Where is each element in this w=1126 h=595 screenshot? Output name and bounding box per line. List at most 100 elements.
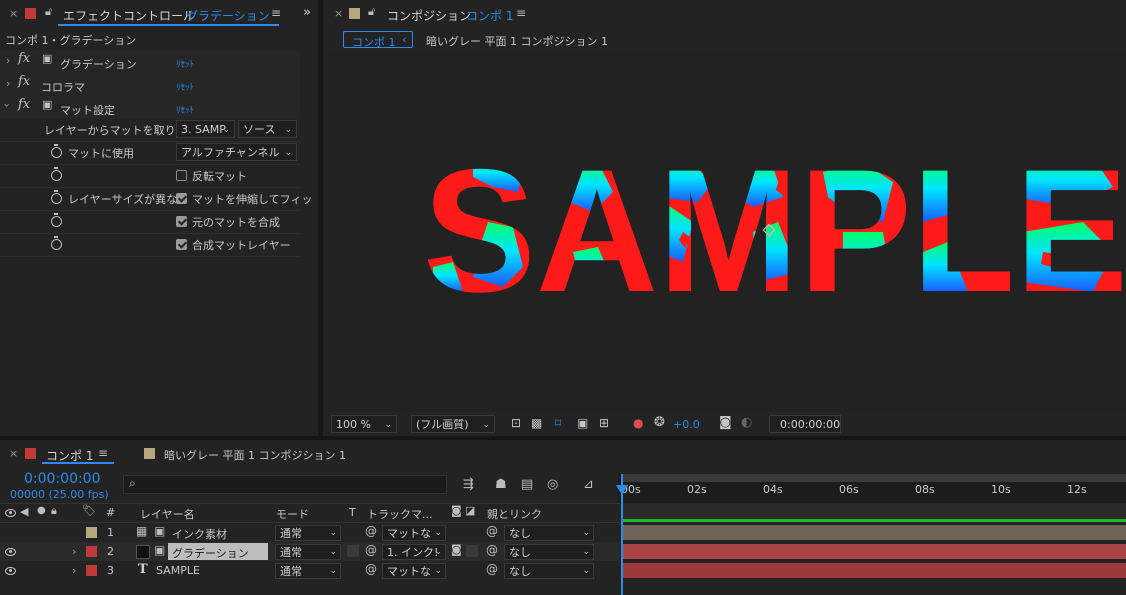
layer-mode-dropdown[interactable]: 通常 ⌄ (275, 525, 341, 541)
stopwatch-icon[interactable] (51, 236, 62, 250)
layer-mode-dropdown[interactable]: 通常 ⌄ (275, 563, 341, 579)
stopwatch-icon[interactable] (51, 213, 62, 227)
panel-menu-icon[interactable]: ≡ (271, 6, 281, 20)
track-matte-pickwhip-icon[interactable]: @ (365, 562, 377, 576)
eye-icon[interactable] (5, 567, 16, 575)
snapshot-region-icon[interactable]: ⊡ (511, 416, 521, 430)
camera-snapshot-icon[interactable]: ◙ (719, 415, 732, 430)
expand-chevron-icon[interactable]: › (72, 564, 76, 577)
frame-blending-icon[interactable]: ▤ (521, 477, 533, 492)
stopwatch-icon[interactable] (51, 167, 62, 181)
parent-pickwhip-icon[interactable]: @ (486, 524, 498, 538)
resolution-dropdown[interactable]: (フル画質) ⌄ (411, 415, 495, 433)
layer-duration-bar[interactable] (623, 544, 1126, 559)
collapse-chevron-icon[interactable]: › (1, 103, 14, 107)
zoom-dropdown[interactable]: 100 % ⌄ (331, 415, 397, 433)
comp-flowchart-icon[interactable]: ⇶ (463, 477, 474, 492)
panel-menu-icon[interactable]: ≡ (98, 446, 108, 460)
expand-chevron-icon[interactable]: › (6, 77, 10, 90)
close-tab-icon[interactable]: × (9, 447, 18, 460)
region-of-interest-icon[interactable]: ⊞ (599, 416, 609, 430)
use-for-matte-dropdown[interactable]: アルファチャンネル ⌄ (176, 143, 297, 161)
matte-invert-toggle[interactable] (466, 545, 478, 557)
label-tag-icon[interactable]: 🏷︎ (82, 504, 96, 517)
timeline-tab-other[interactable]: 暗いグレー 平面 1 コンポジション 1 (164, 447, 346, 463)
column-layer-name[interactable]: レイヤー名 (140, 506, 195, 522)
track-matte-pickwhip-icon[interactable]: @ (365, 524, 377, 538)
reset-link[interactable]: ﾘｾｯﾄ (176, 57, 194, 70)
column-t[interactable]: T (349, 506, 356, 519)
fx-icon[interactable]: fx (18, 74, 30, 89)
effect-row-gradient[interactable]: › fx ▣ グラデーション ﾘｾｯﾄ (0, 50, 300, 73)
eye-icon[interactable] (5, 548, 16, 556)
layer-name[interactable]: インク素材 (172, 526, 227, 542)
column-mode[interactable]: モード (276, 506, 309, 522)
layer-row[interactable]: 1 ▦ ▣ インク素材 通常 ⌄ @ マットな ⌄ @ なし ⌄ (0, 523, 620, 542)
show-snapshot-icon[interactable]: ◐ (741, 415, 752, 430)
premultiply-checkbox[interactable] (176, 239, 187, 250)
stopwatch-icon[interactable] (51, 144, 62, 158)
invert-matte-checkbox[interactable] (176, 170, 187, 181)
take-matte-layer-dropdown[interactable]: 3. SAMP ⌄ (176, 120, 235, 138)
stretch-matte-checkbox[interactable] (176, 193, 187, 204)
composition-tab-title[interactable]: コンポジション (387, 7, 471, 24)
timeline-search-input[interactable]: ⌕ (123, 475, 447, 494)
layer-row[interactable]: › 3 T SAMPLE 通常 ⌄ @ マットな ⌄ @ なし ⌄ (0, 561, 620, 580)
matte-alpha-icon[interactable]: ◙ (451, 543, 462, 556)
layer-duration-bar[interactable] (623, 563, 1126, 578)
track-matte-pickwhip-icon[interactable]: @ (365, 543, 377, 557)
effect-controls-tab-title[interactable]: エフェクトコントロール (63, 7, 195, 24)
fx-icon[interactable]: fx (18, 51, 30, 66)
track-matte-dropdown[interactable]: マットな ⌄ (382, 563, 446, 579)
track-matte-dropdown[interactable]: マットな ⌄ (382, 525, 446, 541)
parent-dropdown[interactable]: なし ⌄ (504, 544, 594, 560)
expand-chevron-icon[interactable]: › (72, 545, 76, 558)
preserve-transparency-toggle[interactable] (347, 545, 359, 557)
exposure-value[interactable]: +0.0 (673, 418, 700, 431)
layer-mode-dropdown[interactable]: 通常 ⌄ (275, 544, 341, 560)
panel-menu-icon[interactable]: ≡ (516, 6, 526, 20)
fx-icon[interactable]: fx (18, 97, 30, 112)
close-tab-icon[interactable]: × (9, 7, 18, 20)
layer-name[interactable]: SAMPLE (156, 564, 200, 577)
label-color-swatch[interactable] (86, 527, 97, 538)
shy-layers-icon[interactable]: ☗ (495, 477, 507, 492)
expand-panels-icon[interactable]: » (303, 5, 311, 20)
stopwatch-icon[interactable] (51, 190, 62, 204)
label-color-swatch[interactable] (86, 546, 97, 557)
track-matte-dropdown[interactable]: 1. インク! ⌄ (382, 544, 446, 560)
comp-crumb-active[interactable]: コンポ 1 ‹ (343, 31, 413, 49)
viewer-timecode[interactable]: 0:00:00:00 (769, 415, 841, 433)
effect-row-colorama[interactable]: › fx コロラマ ﾘｾｯﾄ (0, 73, 300, 96)
parent-pickwhip-icon[interactable]: @ (486, 562, 498, 576)
lock-icon[interactable]: 🔒︎ (51, 504, 57, 518)
composition-tab-subject[interactable]: コンポ 1 (466, 7, 513, 24)
mask-path-icon[interactable]: ⌑ (555, 416, 561, 430)
close-tab-icon[interactable]: × (334, 7, 343, 20)
channel-rgb-icon[interactable]: ● (633, 416, 643, 430)
audio-icon[interactable]: ◀︎ (20, 505, 28, 518)
motion-blur-icon[interactable]: ◎ (547, 477, 558, 492)
parent-pickwhip-icon[interactable]: @ (486, 543, 498, 557)
graph-editor-icon[interactable]: ⊿ (583, 477, 594, 492)
reset-link[interactable]: ﾘｾｯﾄ (176, 103, 194, 116)
layer-duration-bar[interactable] (623, 525, 1126, 540)
layer-row[interactable]: › 2 ▣ グラデーション 通常 ⌄ @ 1. インク! ⌄ ◙ @ なし ⌄ (0, 542, 620, 561)
parent-dropdown[interactable]: なし ⌄ (504, 525, 594, 541)
comp-crumb-next[interactable]: 暗いグレー 平面 1 コンポジション 1 (426, 33, 608, 49)
label-color-swatch[interactable] (86, 565, 97, 576)
parent-dropdown[interactable]: なし ⌄ (504, 563, 594, 579)
column-track-matte[interactable]: トラックマ... (367, 506, 433, 522)
solo-icon[interactable]: ● (37, 505, 46, 516)
work-area-bar[interactable] (621, 474, 1126, 482)
lock-icon[interactable]: 🔓︎ (45, 5, 52, 19)
composite-matte-checkbox[interactable] (176, 216, 187, 227)
effect-row-set-matte[interactable]: › fx ▣ マット設定 ﾘｾｯﾄ (0, 96, 300, 119)
layer-name-field[interactable]: グラデーション (168, 543, 268, 560)
composition-viewer[interactable]: SAMPLE (323, 52, 1126, 412)
column-parent[interactable]: 親とリンク (487, 506, 542, 522)
effect-controls-tab-subject[interactable]: グラデーション (186, 7, 270, 24)
take-matte-source-dropdown[interactable]: ソース ⌄ (238, 120, 297, 138)
reset-link[interactable]: ﾘｾｯﾄ (176, 80, 194, 93)
color-management-icon[interactable]: ❂ (654, 415, 665, 430)
